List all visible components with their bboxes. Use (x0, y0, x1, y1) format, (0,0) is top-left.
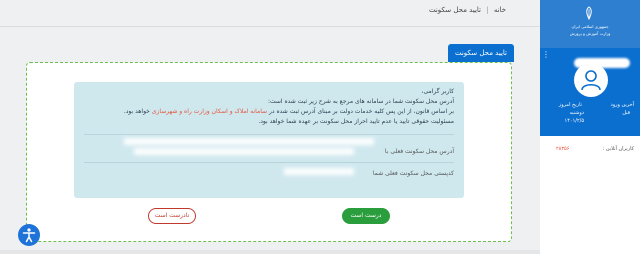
info-line-2: بر اساس قانون، از این پس کلیه خدمات دولت… (124, 108, 454, 116)
postal-label: کدپستی محل سکونت فعلی شما (372, 170, 454, 177)
online-users: کاربران آنلاین : ۲۸۳۵۶ (546, 146, 634, 152)
logo-block: جمهوری اسلامی ایران وزارت آموزش و پرورش (540, 0, 640, 48)
divider-1 (84, 134, 454, 135)
divider-2 (84, 162, 454, 163)
last-login-label: آخرین ورود (610, 102, 635, 108)
emblem-icon (586, 6, 592, 20)
last-login-value: قبل (622, 110, 630, 116)
breadcrumb: خانه | تایید محل سکونت (429, 6, 506, 14)
greeting: کاربر گرامی، (421, 88, 454, 95)
info-line-2-highlight: سامانه املاک و اسکان وزارت راه و شهرسازی (151, 108, 268, 115)
sidebar: جمهوری اسلامی ایران وزارت آموزش و پرورش … (540, 0, 640, 254)
today-value: ۱۴۰۱/۲/۵ (564, 118, 584, 124)
address-label: آدرس محل سکونت فعلی با (384, 148, 454, 155)
horizontal-scrollbar[interactable] (0, 250, 540, 254)
confirm-button[interactable]: درست است (342, 208, 390, 224)
online-users-count: ۲۸۳۵۶ (556, 146, 570, 152)
menu-icon[interactable]: ⋮ (542, 50, 550, 59)
online-users-label: کاربران آنلاین : (602, 146, 634, 152)
breadcrumb-home[interactable]: خانه (494, 6, 506, 14)
weekday: دوشنبه (569, 110, 584, 116)
info-box: کاربر گرامی، آدرس محل سکونت شما در سامان… (74, 82, 464, 198)
accessibility-button[interactable] (18, 224, 40, 246)
info-line-2-part2: خواهد بود. (123, 108, 150, 115)
address-redaction (134, 148, 354, 155)
today-label: تاریخ امروز (558, 102, 582, 108)
logo-line-1: جمهوری اسلامی ایران (571, 24, 609, 29)
info-line-1: آدرس محل سکونت شما در سامانه های مرجع به… (267, 98, 454, 105)
breadcrumb-separator: | (486, 6, 489, 14)
user-panel: ⋮ آخرین ورود قبل تاریخ امروز دوشنبه ۱۴۰۱… (540, 48, 640, 136)
user-icon (581, 70, 601, 91)
logo-line-2: وزارت آموزش و پرورش (569, 31, 611, 36)
breadcrumb-current: تایید محل سکونت (428, 6, 481, 14)
header-divider (0, 26, 540, 27)
info-line-2-part1: بر اساس قانون، از این پس کلیه خدمات دولت… (269, 108, 454, 115)
card-title-tab: تایید محل سکونت (448, 44, 514, 62)
postal-redaction (284, 168, 354, 175)
avatar[interactable] (574, 63, 608, 97)
info-line-3: مسئولیت حقوقی تایید یا عدم تایید احراز م… (258, 118, 454, 125)
reject-button[interactable]: نادرست است (148, 208, 196, 224)
accessibility-icon (22, 228, 36, 243)
address-redaction-top (124, 138, 374, 145)
